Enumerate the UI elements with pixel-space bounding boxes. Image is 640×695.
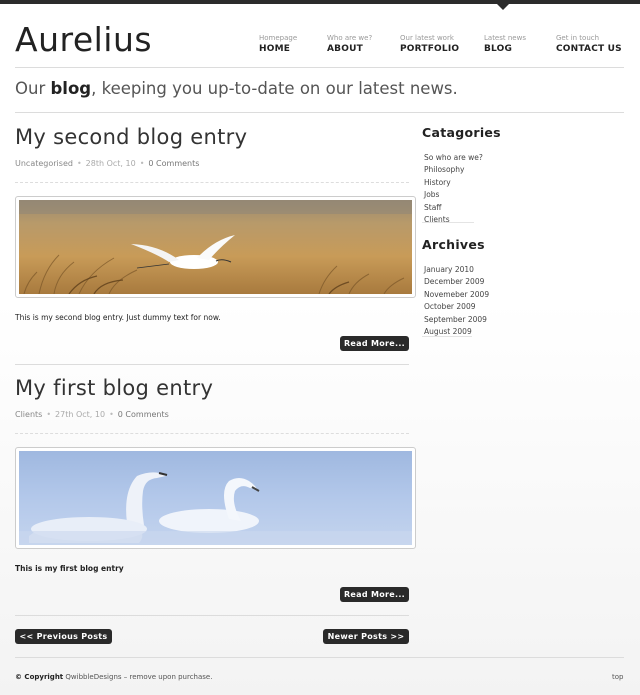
previous-posts-button[interactable]: << Previous Posts [15,629,112,644]
nav-subtitle: Our latest work [400,34,454,42]
footer-copyright: © Copyright QwibbleDesigns – remove upon… [15,673,212,681]
archive-link[interactable]: Novemeber 2009 [424,289,489,301]
category-link[interactable]: Philosophy [424,164,474,176]
nav-item-contact[interactable]: Get in touch CONTACT US [556,33,622,55]
archive-link[interactable]: December 2009 [424,276,484,288]
category-link[interactable]: Staff [424,202,474,214]
tagline-strong: blog [50,79,92,98]
archive-link[interactable]: October 2009 [424,301,476,313]
nav-item-blog[interactable]: Latest news BLOG [484,33,526,55]
post-excerpt: This is my second blog entry. Just dummy… [15,313,221,322]
post-title[interactable]: My first blog entry [15,376,213,400]
tagline-divider [15,112,624,113]
top-bar [0,0,640,4]
main-nav: Homepage HOME Who are we? ABOUT Our late… [0,33,640,63]
category-link[interactable]: So who are we? [424,152,483,164]
archive-link[interactable]: January 2010 [424,264,474,276]
nav-subtitle: Who are we? [327,34,373,42]
categories-divider [422,222,474,223]
category-link[interactable]: History [424,177,474,189]
post-category[interactable]: Uncategorised [15,159,73,168]
archive-link[interactable]: September 2009 [424,314,487,326]
footer-divider [15,657,624,658]
nav-item-home[interactable]: Homepage HOME [259,33,297,55]
nav-label: PORTFOLIO [400,44,460,54]
copyright-label: © Copyright [15,673,64,681]
nav-subtitle: Latest news [484,34,526,42]
category-link[interactable]: Jobs [424,189,474,201]
header-divider [15,67,624,68]
meta-separator: • [109,410,114,419]
archives-list: January 2010 December 2009 Novemeber 200… [424,264,489,338]
page-tagline: Our blog, keeping you up-to-date on our … [15,79,458,98]
back-to-top-link[interactable]: top [612,673,623,681]
post-category[interactable]: Clients [15,410,42,419]
archives-heading: Archives [422,237,485,252]
tagline-after: , keeping you up-to-date on our latest n… [91,79,458,98]
nav-item-about[interactable]: Who are we? ABOUT [327,33,372,55]
category-link[interactable]: Clients [424,214,474,226]
meta-separator: • [139,159,145,168]
post-date: 28th Oct, 10 [85,159,136,168]
read-more-button[interactable]: Read More... [340,336,409,351]
post-divider [15,615,409,616]
copyright-text: QwibbleDesigns – remove upon purchase. [65,673,213,681]
nav-label: BLOG [484,44,513,54]
meta-separator: • [76,159,82,168]
swans-image [19,451,412,545]
post-title[interactable]: My second blog entry [15,125,247,149]
post-divider [15,364,409,365]
read-more-button[interactable]: Read More... [340,587,409,602]
nav-subtitle: Homepage [259,34,298,42]
post-comments-link[interactable]: 0 Comments [118,410,169,419]
nav-label: ABOUT [327,44,363,54]
post-meta: Uncategorised • 28th Oct, 10 • 0 Comments [15,159,199,168]
active-nav-indicator [497,4,509,10]
post-excerpt: This is my first blog entry [15,564,124,573]
newer-posts-button[interactable]: Newer Posts >> [323,629,409,644]
post-meta-divider [15,433,409,434]
tagline-before: Our [15,79,51,98]
heron-image [19,200,412,294]
post-image-frame [15,196,416,298]
categories-list: So who are we? Philosophy History Jobs S… [424,152,483,226]
post-comments-link[interactable]: 0 Comments [148,159,199,168]
categories-heading: Catagories [422,125,501,140]
nav-label: HOME [259,44,291,54]
post-date: 27th Oct, 10 [55,410,106,419]
meta-separator: • [46,410,52,419]
post-meta-divider [15,182,409,183]
nav-item-portfolio[interactable]: Our latest work PORTFOLIO [400,33,459,55]
post-image-frame [15,447,416,549]
archives-divider [422,336,472,337]
post-meta: Clients • 27th Oct, 10 • 0 Comments [15,410,169,419]
nav-subtitle: Get in touch [556,34,600,42]
nav-label: CONTACT US [556,44,622,54]
